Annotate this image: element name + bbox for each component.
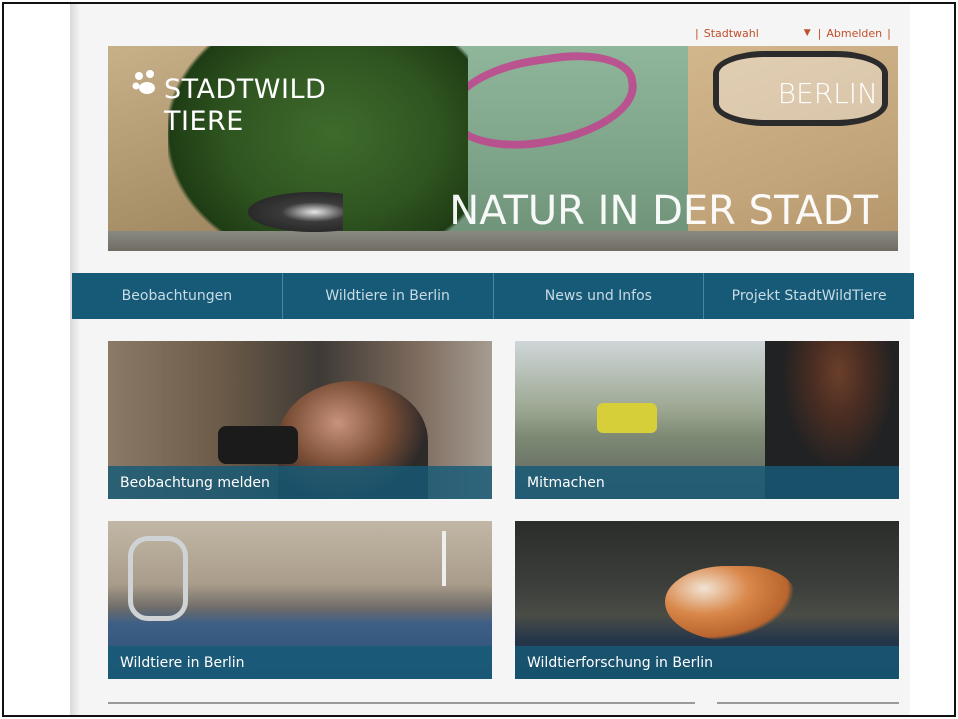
section-divider: [717, 702, 899, 704]
paw-logo-icon: [132, 70, 155, 94]
tile-caption[interactable]: Beobachtung melden: [108, 466, 492, 499]
photo-tv-tower: [442, 531, 446, 586]
divider: |: [695, 26, 699, 40]
caret-down-icon[interactable]: ▼: [804, 28, 811, 38]
tile-wildtiere-in-berlin[interactable]: Wildtiere in Berlin: [108, 521, 492, 679]
tile-wildtierforschung[interactable]: Wildtierforschung in Berlin: [515, 521, 899, 679]
hero-city-name: BERLIN: [777, 77, 878, 110]
logo-text-line2: TIERE: [164, 106, 244, 137]
tile-mitmachen[interactable]: Mitmachen: [515, 341, 899, 499]
logout-link[interactable]: Abmelden: [826, 27, 882, 40]
nav-item-beobachtungen[interactable]: Beobachtungen: [72, 273, 283, 319]
section-divider: [108, 702, 695, 704]
city-select[interactable]: Stadtwahl: [704, 27, 804, 40]
hero-photo-ground: [108, 231, 898, 251]
hero-slogan: NATUR IN DER STADT: [449, 188, 878, 234]
badger-image: [248, 192, 343, 232]
city-select-label[interactable]: Stadtwahl: [704, 27, 759, 40]
nav-item-projekt[interactable]: Projekt StadtWildTiere: [704, 273, 914, 319]
tile-beobachtung-melden[interactable]: Beobachtung melden: [108, 341, 492, 499]
divider: |: [817, 26, 822, 40]
logo-text-line1: STADTWILD: [164, 74, 327, 105]
hero-banner: STADTWILD TIERE BERLIN NATUR IN DER STAD…: [108, 46, 898, 251]
photo-car: [597, 403, 657, 433]
photo-statue: [128, 536, 188, 621]
nav-item-news[interactable]: News und Infos: [494, 273, 705, 319]
tile-caption[interactable]: Wildtierforschung in Berlin: [515, 646, 899, 679]
photo-fox: [665, 566, 795, 641]
divider: |: [887, 26, 891, 40]
browser-viewport: | Stadtwahl ▼ | Abmelden | STADTWILD TIE…: [2, 2, 956, 717]
top-links: | Stadtwahl ▼ | Abmelden |: [690, 24, 900, 42]
tile-caption[interactable]: Wildtiere in Berlin: [108, 646, 492, 679]
nav-item-wildtiere[interactable]: Wildtiere in Berlin: [283, 273, 494, 319]
page-edge-shadow: [70, 4, 80, 715]
main-navigation: Beobachtungen Wildtiere in Berlin News u…: [72, 273, 914, 319]
tile-caption[interactable]: Mitmachen: [515, 466, 899, 499]
photo-binoculars: [218, 426, 298, 464]
